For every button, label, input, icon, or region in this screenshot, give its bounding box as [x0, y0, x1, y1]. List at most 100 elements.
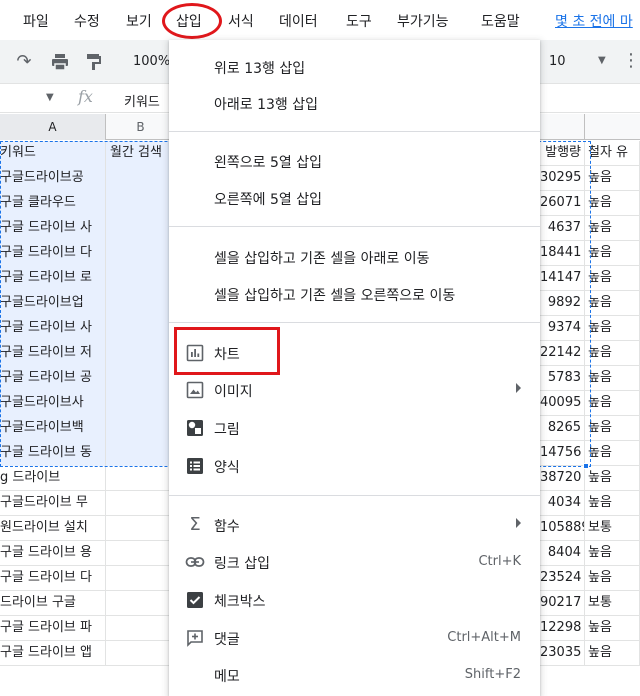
cell-f[interactable]: 높음 — [585, 541, 640, 566]
cell-b[interactable]: 월간 검색 — [106, 141, 176, 166]
cell-e[interactable]: 9892 — [540, 291, 585, 316]
cell-b[interactable] — [106, 291, 176, 316]
cell-b[interactable] — [106, 441, 176, 466]
cell-a[interactable]: 구글 드라이브 다 — [0, 241, 106, 266]
cell-a[interactable]: 드라이브 구글 — [0, 591, 106, 616]
cell-f[interactable]: 철자 유 — [585, 141, 640, 166]
cell-f[interactable]: 높음 — [585, 466, 640, 491]
cell-f[interactable]: 높음 — [585, 491, 640, 516]
cell-b[interactable] — [106, 591, 176, 616]
cell-a[interactable]: g 드라이브 — [0, 466, 106, 491]
cell-e[interactable]: 8404 — [540, 541, 585, 566]
formula-input[interactable]: 키워드 — [124, 91, 160, 110]
menu-insert-link[interactable]: 링크 삽입 Ctrl+K — [169, 544, 540, 580]
zoom-select[interactable]: 100% — [133, 54, 170, 69]
menu-file[interactable]: 파일 — [23, 11, 49, 31]
cell-f[interactable]: 보통 — [585, 516, 640, 541]
cell-a[interactable]: 구글 클라우드 — [0, 191, 106, 216]
cell-b[interactable] — [106, 416, 176, 441]
more-vertical-icon[interactable]: ⋮ — [622, 50, 640, 71]
cell-a[interactable]: 구글 드라이브 로 — [0, 266, 106, 291]
menu-data[interactable]: 데이터 — [279, 11, 318, 31]
cell-e[interactable]: 4034 — [540, 491, 585, 516]
cell-e[interactable]: 22142 — [540, 341, 585, 366]
cell-f[interactable]: 높음 — [585, 566, 640, 591]
font-size-select[interactable]: 10 — [549, 54, 566, 69]
cell-f[interactable]: 높음 — [585, 291, 640, 316]
cell-e[interactable]: 105889 — [540, 516, 585, 541]
cell-a[interactable]: 구글 드라이브 공 — [0, 366, 106, 391]
cell-a[interactable]: 구글 드라이브 파 — [0, 616, 106, 641]
cell-a[interactable]: 키워드 — [0, 141, 106, 166]
cell-f[interactable]: 높음 — [585, 316, 640, 341]
cell-a[interactable]: 원드라이브 설치 — [0, 516, 106, 541]
cell-a[interactable]: 구글 드라이브 다 — [0, 566, 106, 591]
menu-addons[interactable]: 부가기능 — [397, 11, 449, 31]
column-header-f[interactable] — [585, 114, 640, 140]
cell-f[interactable]: 높음 — [585, 266, 640, 291]
column-header-e[interactable] — [540, 114, 585, 140]
cell-a[interactable]: 구글 드라이브 동 — [0, 441, 106, 466]
cell-b[interactable] — [106, 266, 176, 291]
cell-e[interactable]: 14756 — [540, 441, 585, 466]
cell-a[interactable]: 구글 드라이브 용 — [0, 541, 106, 566]
menu-format[interactable]: 서식 — [228, 11, 254, 31]
cell-f[interactable]: 높음 — [585, 191, 640, 216]
cell-f[interactable]: 높음 — [585, 416, 640, 441]
cell-e[interactable]: 18441 — [540, 241, 585, 266]
cell-e[interactable]: 8265 — [540, 416, 585, 441]
selection-fill-handle[interactable] — [583, 463, 589, 469]
cell-e[interactable]: 26071 — [540, 191, 585, 216]
cell-f[interactable]: 높음 — [585, 616, 640, 641]
menu-help[interactable]: 도움말 — [481, 11, 520, 31]
cell-b[interactable] — [106, 541, 176, 566]
cell-f[interactable]: 보통 — [585, 591, 640, 616]
cell-e[interactable]: 5783 — [540, 366, 585, 391]
paint-format-icon[interactable] — [84, 52, 104, 72]
cell-a[interactable]: 구글드라이브 무 — [0, 491, 106, 516]
menu-insert-cells-shift-right[interactable]: 셀을 삽입하고 기존 셀을 오른쪽으로 이동 — [169, 276, 540, 312]
menu-insert-note[interactable]: 메모 Shift+F2 — [169, 657, 540, 693]
cell-e[interactable]: 38720 — [540, 466, 585, 491]
cell-b[interactable] — [106, 191, 176, 216]
cell-a[interactable]: 구글드라이브사 — [0, 391, 106, 416]
menu-tools[interactable]: 도구 — [346, 11, 372, 31]
cell-e[interactable]: 9374 — [540, 316, 585, 341]
menu-insert-drawing[interactable]: 그림 — [169, 410, 540, 446]
cell-f[interactable]: 높음 — [585, 341, 640, 366]
cell-f[interactable]: 높음 — [585, 441, 640, 466]
cell-e[interactable]: 30295 — [540, 166, 585, 191]
cell-b[interactable] — [106, 491, 176, 516]
column-header-b[interactable]: B — [106, 114, 176, 140]
cell-a[interactable]: 구글 드라이브 저 — [0, 341, 106, 366]
menu-insert-image[interactable]: 이미지 — [169, 372, 540, 408]
cell-b[interactable] — [106, 516, 176, 541]
cell-e[interactable]: 14147 — [540, 266, 585, 291]
cell-b[interactable] — [106, 391, 176, 416]
menu-insert-cols-left[interactable]: 왼쪽으로 5열 삽입 — [169, 143, 540, 179]
cell-b[interactable] — [106, 341, 176, 366]
cell-f[interactable]: 높음 — [585, 366, 640, 391]
cell-b[interactable] — [106, 316, 176, 341]
cell-a[interactable]: 구글 드라이브 사 — [0, 216, 106, 241]
cell-e[interactable]: 23035 — [540, 641, 585, 666]
cell-f[interactable]: 높음 — [585, 166, 640, 191]
cell-e[interactable]: 12298 — [540, 616, 585, 641]
cell-a[interactable]: 구글드라이브백 — [0, 416, 106, 441]
menu-insert-form[interactable]: 양식 — [169, 448, 540, 484]
cell-e[interactable]: 23524 — [540, 566, 585, 591]
cell-e[interactable]: 40095 — [540, 391, 585, 416]
cell-f[interactable]: 높음 — [585, 641, 640, 666]
menu-insert-cells-shift-down[interactable]: 셀을 삽입하고 기존 셀을 아래로 이동 — [169, 239, 540, 275]
name-box-caret-icon[interactable]: ▼ — [46, 92, 54, 103]
menu-edit[interactable]: 수정 — [74, 11, 100, 31]
cell-b[interactable] — [106, 166, 176, 191]
menu-insert-cols-right[interactable]: 오른쪽에 5열 삽입 — [169, 180, 540, 216]
cell-b[interactable] — [106, 366, 176, 391]
menu-view[interactable]: 보기 — [126, 11, 152, 31]
cell-a[interactable]: 구글 드라이브 앱 — [0, 641, 106, 666]
cell-a[interactable]: 구글드라이브공 — [0, 166, 106, 191]
menu-insert-checkbox[interactable]: 체크박스 — [169, 582, 540, 618]
cell-e[interactable]: 4637 — [540, 216, 585, 241]
cell-f[interactable]: 높음 — [585, 216, 640, 241]
